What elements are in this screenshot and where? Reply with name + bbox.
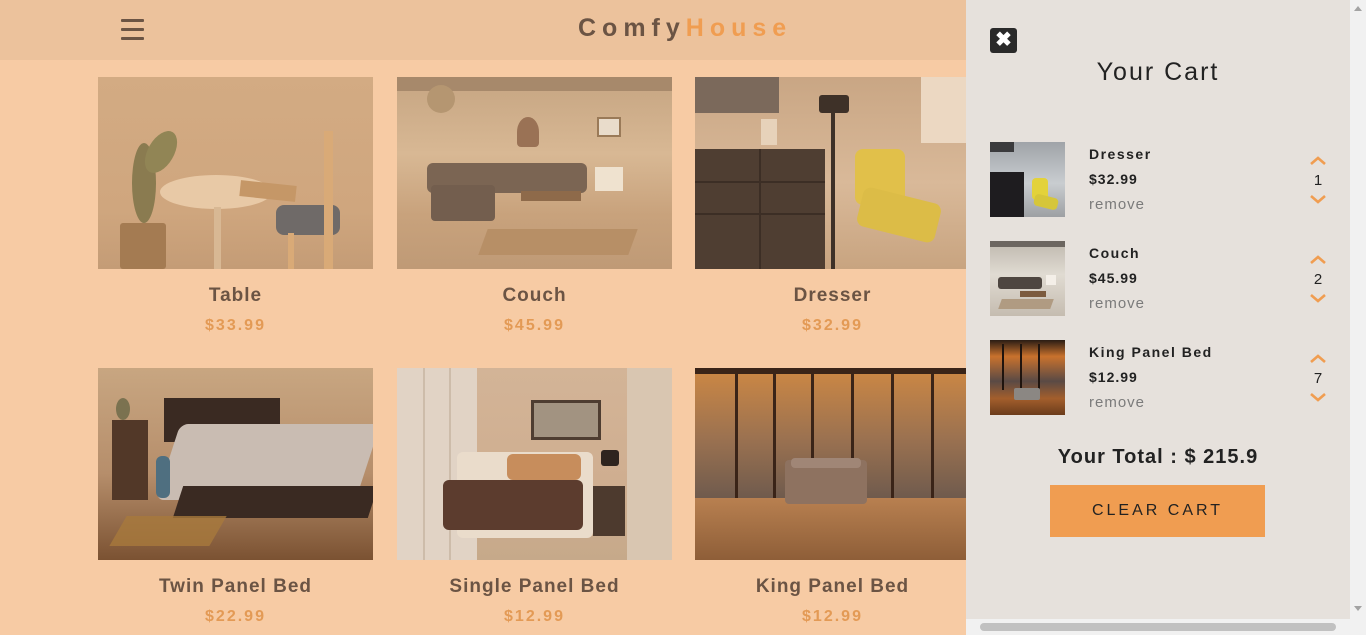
product-title: Table: [208, 285, 263, 306]
scroll-up-arrow-icon[interactable]: [1354, 6, 1362, 11]
scroll-down-arrow-icon[interactable]: [1354, 606, 1362, 611]
product-image-twin-panel-bed[interactable]: [98, 368, 373, 560]
product-price: $45.99: [504, 317, 565, 334]
product-image-table[interactable]: [98, 77, 373, 269]
cart-item: King Panel Bed $12.99 remove 7: [990, 340, 1330, 415]
product-card[interactable]: King Panel Bed $12.99: [695, 368, 970, 626]
close-icon[interactable]: ✖: [990, 28, 1017, 53]
product-card[interactable]: Table $33.99: [98, 77, 373, 335]
scrollbar-thumb[interactable]: [980, 623, 1336, 631]
product-card[interactable]: Dresser $32.99: [695, 77, 970, 335]
cart-item-name: Couch: [1089, 245, 1141, 261]
product-title: King Panel Bed: [755, 576, 910, 597]
product-card[interactable]: Single Panel Bed $12.99: [397, 368, 672, 626]
cart-item-image: [990, 241, 1065, 316]
cart-title: Your Cart: [1096, 58, 1220, 86]
product-price: $32.99: [802, 317, 863, 334]
cart-item-image: [990, 340, 1065, 415]
chevron-down-icon[interactable]: [1308, 192, 1328, 206]
chevron-up-icon[interactable]: [1308, 352, 1328, 366]
cart-item-quantity: 1: [1313, 172, 1323, 189]
logo-text: Comfy: [578, 14, 686, 42]
product-title: Twin Panel Bed: [158, 576, 312, 597]
product-price: $33.99: [205, 317, 266, 334]
product-title: Dresser: [793, 285, 872, 306]
chevron-down-icon[interactable]: [1308, 291, 1328, 305]
cart-item-name: King Panel Bed: [1089, 344, 1213, 360]
product-card[interactable]: Twin Panel Bed $22.99: [98, 368, 373, 626]
cart-total: Your Total : $ 215.9: [1057, 446, 1259, 468]
chevron-down-icon[interactable]: [1308, 390, 1328, 404]
product-card[interactable]: Couch $45.99: [397, 77, 672, 335]
remove-item-button[interactable]: remove: [1089, 394, 1145, 411]
product-price: $22.99: [205, 608, 266, 625]
product-title: Single Panel Bed: [449, 576, 620, 597]
cart-item-image: [990, 142, 1065, 217]
horizontal-scrollbar[interactable]: [966, 619, 1350, 635]
remove-item-button[interactable]: remove: [1089, 295, 1145, 312]
product-image-single-panel-bed[interactable]: [397, 368, 672, 560]
product-price: $12.99: [802, 608, 863, 625]
vertical-scrollbar[interactable]: [1350, 0, 1366, 635]
product-title: Couch: [502, 285, 567, 306]
product-price: $12.99: [504, 608, 565, 625]
product-image-couch[interactable]: [397, 77, 672, 269]
chevron-up-icon[interactable]: [1308, 154, 1328, 168]
hamburger-icon[interactable]: [121, 19, 144, 41]
logo-accent-text: House: [685, 14, 793, 42]
cart-item-name: Dresser: [1089, 146, 1152, 162]
product-image-king-panel-bed[interactable]: [695, 368, 970, 560]
cart-item: Couch $45.99 remove 2: [990, 241, 1330, 316]
remove-item-button[interactable]: remove: [1089, 196, 1145, 213]
product-image-dresser[interactable]: [695, 77, 970, 269]
logo: ComfyHouse: [578, 14, 792, 43]
cart-item: Dresser $32.99 remove 1: [990, 142, 1330, 217]
clear-cart-button[interactable]: CLEAR CART: [1050, 485, 1265, 537]
cart-item-quantity: 2: [1313, 271, 1323, 288]
cart-item-price: $12.99: [1089, 369, 1138, 385]
chevron-up-icon[interactable]: [1308, 253, 1328, 267]
cart-item-price: $45.99: [1089, 270, 1138, 286]
cart-panel: ✖ Your Cart Dresser $32.99 remove 1 Couc…: [966, 0, 1350, 635]
cart-item-price: $32.99: [1089, 171, 1138, 187]
cart-item-quantity: 7: [1313, 370, 1323, 387]
